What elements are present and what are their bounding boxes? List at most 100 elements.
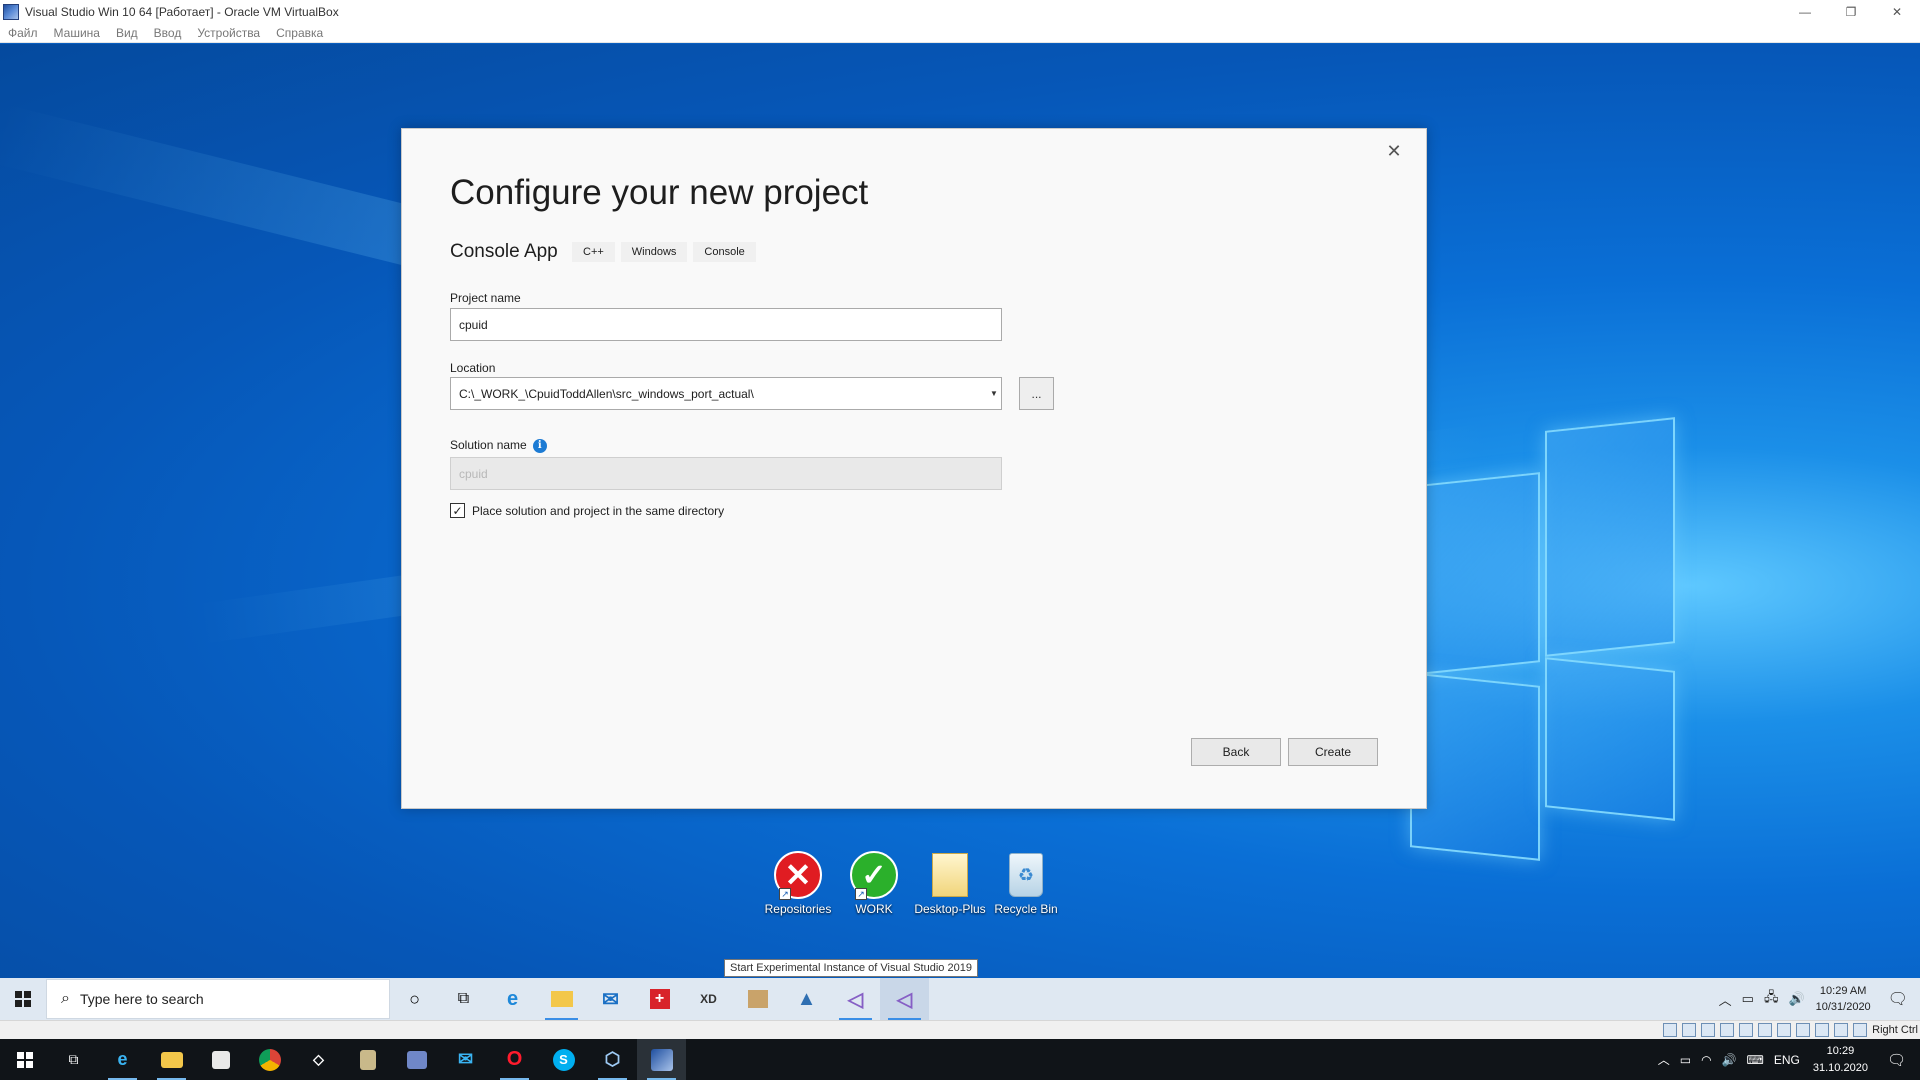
display-icon[interactable] [1777,1023,1792,1037]
desktop-icon-recycle-bin[interactable]: ♻ Recycle Bin [988,850,1064,916]
xd-app-button[interactable]: XD [684,978,733,1020]
host-start-button[interactable] [0,1039,49,1080]
same-directory-checkbox[interactable]: ✓ [450,503,465,518]
chevron-up-icon[interactable]: ︿ [1719,990,1732,1009]
recording-icon[interactable] [1796,1023,1811,1037]
host-code-app-button[interactable]: ◇ [294,1039,343,1080]
location-label: Location [450,361,496,375]
triangle-app-button[interactable]: ▲ [782,978,831,1020]
restore-button[interactable]: ❐ [1828,0,1874,23]
swiss-app-icon: + [649,989,670,1009]
menu-file[interactable]: Файл [8,26,38,40]
menu-help[interactable]: Справка [276,26,323,40]
file-explorer-button[interactable] [537,978,586,1020]
network-icon[interactable]: 🖧 [1764,988,1779,1010]
desktop-icon-label: Repositories [764,902,832,916]
desktop-icon-repositories[interactable]: ✕ ↗ Repositories [760,850,836,916]
minimize-button[interactable]: — [1782,0,1828,23]
dialog-close-button[interactable]: ✕ [1382,139,1406,163]
mail-icon: ✉ [457,1049,474,1069]
back-button[interactable]: Back [1191,738,1281,766]
virtualbox-cube-icon: ⬡ [604,1049,621,1069]
task-view-icon: ⧉ [68,1051,79,1067]
store-icon [211,1050,230,1069]
project-name-label: Project name [450,291,521,305]
volume-icon[interactable]: 🔊 [1788,991,1804,1007]
host-mail-button[interactable]: ✉ [441,1039,490,1080]
info-icon[interactable]: i [532,438,547,453]
host-task-view-button[interactable]: ⧉ [49,1039,98,1080]
usb-icon[interactable] [1739,1023,1754,1037]
desktop-icon-desktop-plus[interactable]: Desktop-Plus [912,850,988,916]
host-vm-window-button[interactable] [637,1039,686,1080]
host-file-explorer-button[interactable] [147,1039,196,1080]
menu-view[interactable]: Вид [116,26,138,40]
host-opera-button[interactable]: O [490,1039,539,1080]
host-key-label: Right Ctrl [1872,1024,1918,1036]
guest-clock-time: 10:29 AM [1819,985,1867,997]
host-clock-date: 31.10.2020 [1812,1061,1868,1074]
mail-button[interactable]: ✉ [586,978,635,1020]
package-app-button[interactable] [733,978,782,1020]
logo-pane [1410,472,1540,676]
battery-icon[interactable]: ▭ [1680,1053,1691,1067]
logo-pane [1545,417,1675,657]
host-skype-button[interactable]: S [539,1039,588,1080]
keyboard-icon[interactable] [1853,1023,1868,1037]
close-window-button[interactable]: ✕ [1874,0,1920,23]
shared-folders-icon[interactable] [1758,1023,1773,1037]
volume-icon[interactable]: 🔊 [1722,1053,1737,1067]
optical-drive-icon[interactable] [1682,1023,1697,1037]
desktop-icon-work[interactable]: ✓ ↗ WORK [836,850,912,916]
menu-machine[interactable]: Машина [54,26,100,40]
visual-studio-experimental-button[interactable]: ◁ [880,978,929,1020]
tag-platform: Windows [620,242,688,262]
wifi-icon[interactable]: ◠ [1701,1053,1711,1067]
host-clock[interactable]: 10:29 31.10.2020 [1813,1043,1868,1077]
swiss-app-button[interactable]: + [635,978,684,1020]
audio-icon[interactable] [1701,1023,1716,1037]
same-directory-label[interactable]: Place solution and project in the same d… [472,504,724,518]
network-adapter-icon[interactable] [1720,1023,1735,1037]
mouse-integration-icon[interactable] [1834,1023,1849,1037]
location-combobox[interactable]: C:\_WORK_\CpuidToddAllen\src_windows_por… [450,377,1002,410]
desktop-icon-label: WORK [855,902,893,916]
solution-name-label-row: Solution name i [450,438,547,453]
edge-button[interactable]: e [488,978,537,1020]
cpu-icon[interactable] [1815,1023,1830,1037]
host-store-button[interactable] [196,1039,245,1080]
browse-location-button[interactable]: ... [1019,377,1054,410]
create-button[interactable]: Create [1288,738,1378,766]
location-value: C:\_WORK_\CpuidToddAllen\src_windows_por… [459,386,754,401]
chevron-up-icon[interactable]: ︿ [1658,1051,1670,1068]
notifications-icon[interactable]: 🗨 [1887,1051,1906,1069]
visual-studio-button[interactable]: ◁ [831,978,880,1020]
window-title: Visual Studio Win 10 64 [Работает] - Ora… [25,4,339,19]
xd-app-icon: XD [700,992,717,1006]
keyboard-icon[interactable]: ⌨ [1747,1053,1764,1067]
hard-disk-icon[interactable] [1663,1023,1678,1037]
host-edge-button[interactable]: e [98,1039,147,1080]
taskbar-tooltip: Start Experimental Instance of Visual St… [724,959,978,977]
guest-clock-date: 10/31/2020 [1815,1001,1871,1013]
chevron-down-icon[interactable]: ▼ [987,378,1001,409]
guest-clock[interactable]: 10:29 AM 10/31/2020 [1816,983,1871,1015]
notifications-icon[interactable]: 🗨 [1888,989,1908,1009]
host-chrome-button[interactable] [245,1039,294,1080]
guest-start-button[interactable] [0,978,46,1020]
battery-icon[interactable]: ▭ [1742,991,1754,1007]
project-name-input[interactable]: cpuid [450,308,1002,341]
cortana-button[interactable]: ○ [390,978,439,1020]
language-indicator[interactable]: ENG [1774,1053,1800,1067]
package-icon [747,990,768,1008]
menu-devices[interactable]: Устройства [197,26,260,40]
host-remote-app-button[interactable] [392,1039,441,1080]
taskbar-search-box[interactable]: ⌕ Type here to search [46,979,390,1019]
chrome-icon [258,1048,281,1071]
same-directory-option[interactable]: ✓ Place solution and project in the same… [450,503,724,518]
task-view-button[interactable]: ⧉ [439,978,488,1020]
host-notepad-button[interactable] [343,1039,392,1080]
virtualbox-app-icon [3,3,19,20]
menu-input[interactable]: Ввод [154,26,182,40]
host-virtualbox-button[interactable]: ⬡ [588,1039,637,1080]
